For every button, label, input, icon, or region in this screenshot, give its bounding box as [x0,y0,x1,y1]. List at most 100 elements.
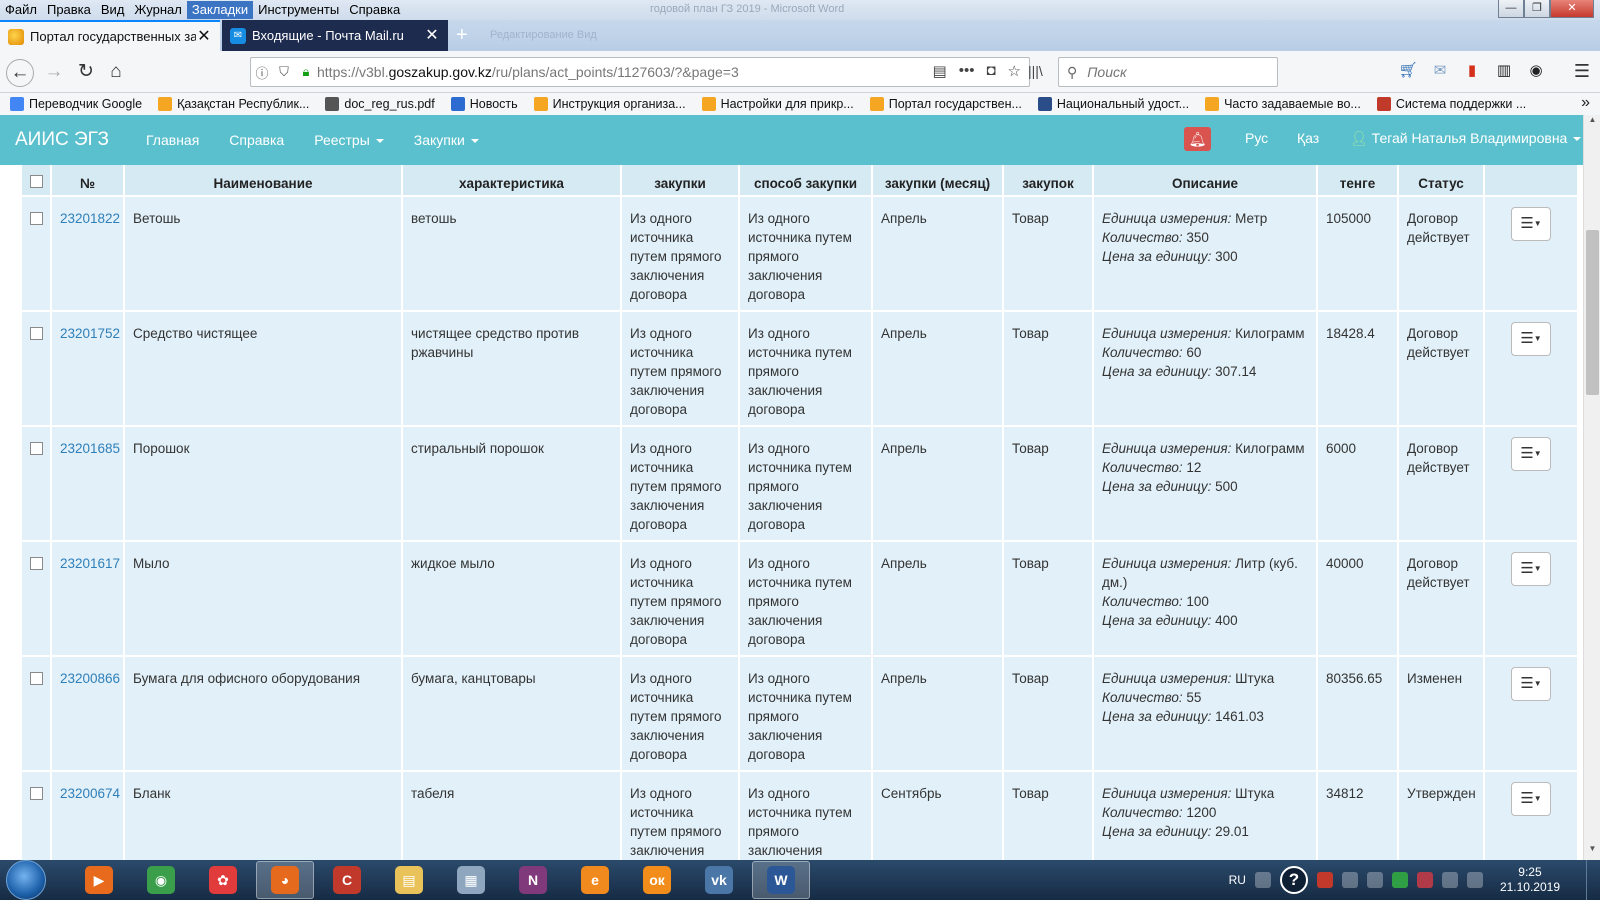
search-bar[interactable]: ⚲ [1058,57,1278,87]
row-actions-menu-button[interactable]: ☰▼ [1511,667,1551,701]
lang-kz-link[interactable]: Қаз [1297,130,1319,146]
info-icon[interactable]: ⓘ [251,63,273,82]
row-checkbox[interactable] [29,442,43,455]
lock-icon[interactable]: 🔒︎ [295,64,317,80]
taskbar-app-button[interactable]: C [318,861,376,899]
row-checkbox[interactable] [29,672,43,685]
new-tab-icon[interactable]: + [456,24,468,47]
display-icon[interactable] [1466,872,1483,888]
cart-icon[interactable]: 🛒︎ [1398,61,1418,81]
menu-view[interactable]: Вид [96,1,130,19]
search-input[interactable] [1087,64,1258,80]
mail-icon[interactable]: ✉ [1430,61,1450,81]
taskbar-app-button[interactable]: ▦ [442,861,500,899]
pocket-icon[interactable]: ◘ [986,62,995,80]
back-arrow-icon[interactable]: ← [6,59,34,87]
taskbar-app-button[interactable]: e [566,861,624,899]
bookmark-item[interactable]: Инструкция организа... [533,97,686,111]
taskbar-app-button[interactable]: ◕ [256,861,314,899]
menu-edit[interactable]: Правка [42,1,96,19]
reader-view-icon[interactable]: ▤ [933,62,947,80]
lang-ru-link[interactable]: Рус [1245,130,1268,146]
row-id-link[interactable]: 23201822 [60,211,120,226]
menu-tools[interactable]: Инструменты [253,1,344,19]
tab-goszakup[interactable]: Портал государственных заку ✕ [0,20,220,51]
nav-purchases[interactable]: Закупки [414,132,479,148]
scroll-down-icon[interactable]: ▼ [1584,844,1600,860]
bookmark-star-icon[interactable]: ☆ [1008,62,1021,80]
network-icon[interactable] [1366,872,1383,888]
home-icon[interactable]: ⌂ [102,59,130,87]
minimize-button[interactable]: — [1498,0,1524,18]
taskbar-app-button[interactable]: ▤ [380,861,438,899]
menu-bookmarks[interactable]: Закладки [186,1,254,19]
scrollbar-thumb[interactable] [1586,230,1599,395]
bookmark-item[interactable]: doc_reg_rus.pdf [325,97,435,111]
row-checkbox[interactable] [29,557,43,570]
menu-help[interactable]: Справка [344,1,405,19]
library-icon[interactable]: |||\ [1028,63,1043,79]
taskbar-app-button[interactable]: ✿ [194,861,252,899]
row-id-link[interactable]: 23200674 [60,786,120,801]
nav-help[interactable]: Справка [229,132,284,148]
taskbar-app-button[interactable]: vk [690,861,748,899]
row-actions-menu-button[interactable]: ☰▼ [1511,782,1551,816]
user-menu[interactable]: 👤︎ Тегай Наталья Владимировна [1350,130,1582,147]
mail-agent-icon[interactable] [1391,872,1408,888]
site-brand[interactable]: АИИС ЭГЗ [15,129,109,151]
bookmark-item[interactable]: Переводчик Google [10,97,142,111]
url-bar[interactable]: ⓘ ⛉ 🔒︎ https://v3bl. goszakup.gov.kz/ru/p… [250,57,1030,87]
row-actions-menu-button[interactable]: ☰▼ [1511,437,1551,471]
sidebar-icon[interactable]: ▥ [1494,61,1514,81]
clock[interactable]: 9:25 21.10.2019 [1500,865,1560,895]
bookmark-item[interactable]: Национальный удост... [1037,97,1189,111]
nav-registers[interactable]: Реестры [314,132,384,148]
row-checkbox[interactable] [29,327,43,340]
page-actions-icon[interactable]: ••• [959,62,975,80]
page-scrollbar[interactable]: ▲ ▼ [1583,115,1600,860]
select-all-checkbox[interactable] [29,175,43,188]
hamburger-menu-icon[interactable]: ☰ [1574,61,1590,82]
bookmark-item[interactable]: Настройки для прикр... [701,97,854,111]
close-tab-icon[interactable]: ✕ [196,28,212,45]
taskbar-app-button[interactable]: ▶ [70,861,128,899]
taskbar-app-button[interactable]: ◉ [132,861,190,899]
reload-icon[interactable]: ↻ [72,59,100,87]
shield-icon[interactable]: ⛉ [273,64,295,80]
row-id-link[interactable]: 23201752 [60,326,120,341]
help-small-icon[interactable] [1254,872,1271,888]
account-icon[interactable]: ◉ [1526,61,1546,81]
show-desktop-button[interactable] [1586,860,1600,900]
antivirus-icon[interactable] [1316,872,1333,888]
start-button[interactable] [6,860,46,900]
header-select-all[interactable] [20,165,52,197]
language-indicator[interactable]: RU [1229,873,1246,887]
notification-bell-icon[interactable]: 🔔︎ [1184,127,1211,151]
row-checkbox[interactable] [29,212,43,225]
help-icon[interactable]: ? [1279,866,1308,894]
bookmark-item[interactable]: Часто задаваемые во... [1205,97,1361,111]
bookmark-item[interactable]: Қазақстан Республик... [158,97,309,111]
bookmark-item[interactable]: Новость [450,97,518,111]
taskbar-app-button[interactable]: ок [628,861,686,899]
forward-arrow-icon[interactable]: → [40,59,68,87]
menu-file[interactable]: Файл [0,1,42,19]
row-actions-menu-button[interactable]: ☰▼ [1511,322,1551,356]
volume-icon[interactable] [1341,872,1358,888]
scroll-up-icon[interactable]: ▲ [1584,115,1600,131]
close-window-button[interactable]: ✕ [1550,0,1594,18]
row-id-link[interactable]: 23201685 [60,441,120,456]
nav-home[interactable]: Главная [146,132,199,148]
tab-mail[interactable]: ✉ Входящие - Почта Mail.ru ✕ [222,20,448,51]
shield-icon[interactable] [1416,872,1433,888]
maximize-button[interactable]: ❐ [1524,0,1550,18]
taskbar-app-button[interactable]: N [504,861,562,899]
row-id-link[interactable]: 23200866 [60,671,120,686]
menu-history[interactable]: Журнал [129,1,186,19]
row-id-link[interactable]: 23201617 [60,556,120,571]
row-checkbox[interactable] [29,787,43,800]
row-actions-menu-button[interactable]: ☰▼ [1511,552,1551,586]
more-bookmarks-icon[interactable]: » [1581,94,1590,112]
flag-extension-icon[interactable]: ▮ [1462,61,1482,81]
close-tab-icon[interactable]: ✕ [424,27,440,44]
